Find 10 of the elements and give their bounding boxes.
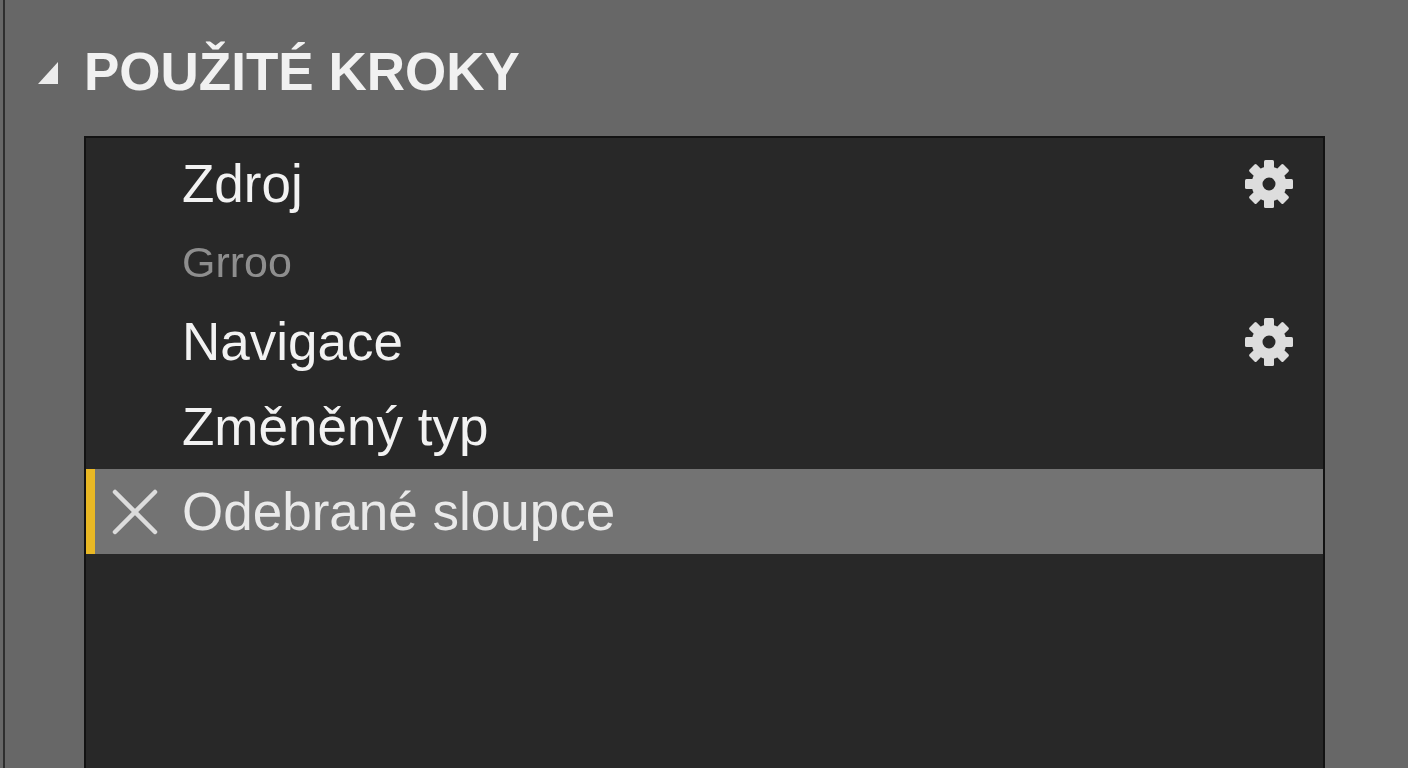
- faded-text: Grroo: [182, 238, 292, 287]
- cross-icon[interactable]: [112, 488, 158, 535]
- gear-icon[interactable]: [1245, 159, 1293, 208]
- step-item[interactable]: Zdroj: [86, 141, 1323, 226]
- collapse-triangle-icon[interactable]: [38, 62, 58, 84]
- section-title: POUŽITÉ KROKY: [84, 42, 520, 102]
- step-item[interactable]: Odebrané sloupce: [86, 469, 1323, 554]
- step-item[interactable]: Navigace: [86, 299, 1323, 384]
- step-item[interactable]: Změněný typ: [86, 384, 1323, 469]
- gear-icon[interactable]: [1245, 317, 1293, 366]
